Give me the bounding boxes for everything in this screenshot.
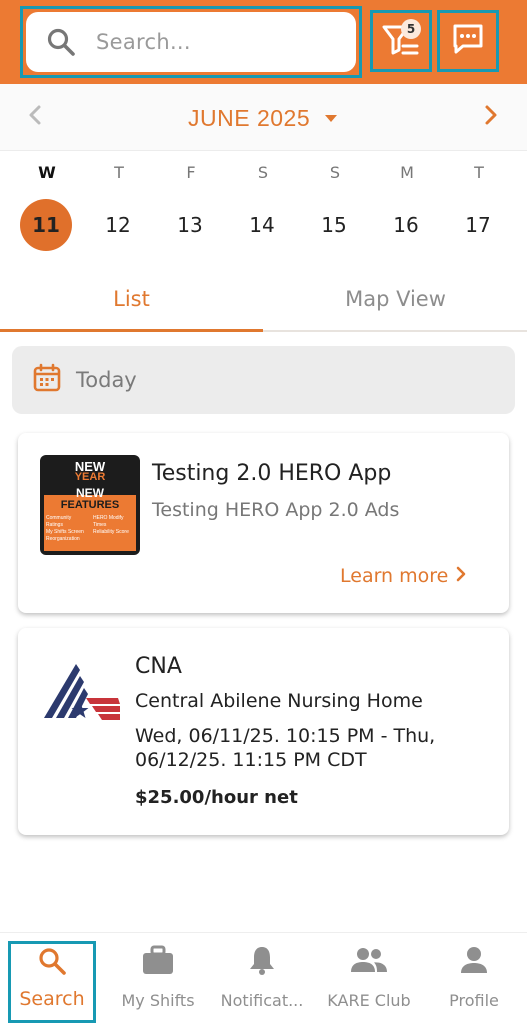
day-letter: M bbox=[400, 163, 414, 182]
nav-label: My Shifts bbox=[121, 991, 195, 1010]
bell-icon bbox=[247, 943, 277, 977]
calendar-icon bbox=[32, 363, 62, 397]
nav-item-my-shifts[interactable]: My Shifts bbox=[114, 943, 202, 1023]
search-input[interactable]: Search... bbox=[26, 12, 356, 72]
nav-item-profile[interactable]: Profile bbox=[436, 943, 512, 1023]
shift-card[interactable]: CNA Central Abilene Nursing Home Wed, 06… bbox=[18, 628, 509, 835]
week-strip: W 11 T 12 F 13 S 14 S 15 M 16 T 17 bbox=[0, 150, 527, 263]
promo-bullet: Reliability Score bbox=[93, 529, 129, 535]
tab-list[interactable]: List bbox=[0, 268, 263, 330]
active-tab-indicator bbox=[0, 329, 263, 332]
chevron-right-icon bbox=[484, 104, 498, 130]
today-label: Today bbox=[76, 368, 137, 392]
filter-count-badge: 5 bbox=[401, 19, 421, 39]
shift-pay: $25.00/hour net bbox=[135, 787, 298, 808]
tab-map-view[interactable]: Map View bbox=[264, 268, 527, 330]
shift-role: CNA bbox=[135, 654, 182, 679]
view-tabs: List Map View bbox=[0, 268, 527, 332]
promo-image-text: NEW bbox=[76, 486, 104, 500]
day-number[interactable]: 12 bbox=[92, 199, 144, 251]
promo-image-text: YEAR bbox=[74, 471, 106, 483]
day-letter: S bbox=[329, 163, 341, 182]
promo-title: Testing 2.0 HERO App bbox=[152, 461, 392, 486]
nav-label: KARE Club bbox=[327, 991, 411, 1010]
promo-subtitle: Testing HERO App 2.0 Ads bbox=[152, 499, 400, 521]
search-icon bbox=[26, 26, 96, 58]
top-bar: Search... 5 bbox=[0, 0, 527, 84]
nav-item-search[interactable]: Search bbox=[8, 941, 96, 1023]
person-icon bbox=[459, 943, 489, 977]
promo-bullet: Community Ratings bbox=[46, 515, 72, 528]
shift-time: Wed, 06/11/25. 10:15 PM - Thu, 06/12/25.… bbox=[135, 725, 436, 771]
day-column[interactable]: S 14 bbox=[233, 151, 293, 264]
nav-label: Profile bbox=[449, 991, 499, 1010]
search-field-wrapper[interactable]: Search... bbox=[20, 6, 362, 78]
day-column[interactable]: F 13 bbox=[161, 151, 221, 264]
caret-down-icon bbox=[324, 109, 338, 128]
promo-bullet: HERO Modify Times bbox=[93, 515, 124, 528]
filter-button[interactable]: 5 bbox=[370, 10, 432, 72]
day-letter: T bbox=[114, 163, 124, 182]
promo-bullet: My Shifts Screen Reorganization bbox=[46, 529, 84, 542]
month-label: JUNE 2025 bbox=[188, 104, 311, 131]
day-column[interactable]: S 15 bbox=[305, 151, 365, 264]
day-letter: S bbox=[257, 163, 269, 182]
day-number[interactable]: 17 bbox=[452, 199, 504, 251]
chevron-right-icon bbox=[456, 565, 466, 587]
day-letter: T bbox=[474, 163, 484, 182]
day-number[interactable]: 13 bbox=[164, 199, 216, 251]
day-number[interactable]: 16 bbox=[380, 199, 432, 251]
nav-item-notifications[interactable]: Notificat... bbox=[214, 943, 310, 1023]
previous-month-button[interactable] bbox=[22, 104, 48, 130]
month-selector: JUNE 2025 bbox=[0, 84, 527, 150]
day-column[interactable]: M 16 bbox=[377, 151, 437, 264]
chevron-left-icon bbox=[28, 104, 42, 130]
search-icon bbox=[37, 944, 67, 978]
day-column[interactable]: T 12 bbox=[89, 151, 149, 264]
day-number-selected[interactable]: 11 bbox=[20, 199, 72, 251]
nav-label: Notificat... bbox=[220, 991, 304, 1010]
people-icon bbox=[350, 943, 388, 977]
search-placeholder: Search... bbox=[96, 30, 191, 54]
day-letter: W bbox=[38, 163, 56, 182]
shift-facility: Central Abilene Nursing Home bbox=[135, 690, 423, 712]
next-month-button[interactable] bbox=[478, 104, 504, 130]
today-section-header: Today bbox=[12, 346, 515, 414]
month-dropdown[interactable]: JUNE 2025 bbox=[188, 104, 338, 132]
learn-more-link[interactable]: Learn more bbox=[340, 565, 466, 587]
day-column[interactable]: W 11 bbox=[17, 151, 77, 264]
nav-label: Search bbox=[19, 988, 85, 1010]
learn-more-label: Learn more bbox=[340, 565, 449, 587]
bottom-navigation: Search My Shifts Notificat... KARE Club … bbox=[0, 932, 527, 1024]
promo-thumbnail: NEW YEAR NEW FEATURES Community Ratings … bbox=[40, 455, 140, 555]
messages-button[interactable] bbox=[437, 10, 499, 72]
day-column[interactable]: T 17 bbox=[449, 151, 509, 264]
chat-icon bbox=[450, 21, 486, 61]
facility-logo bbox=[42, 656, 122, 728]
day-letter: F bbox=[186, 163, 196, 182]
day-number[interactable]: 15 bbox=[308, 199, 360, 251]
promo-card[interactable]: NEW YEAR NEW FEATURES Community Ratings … bbox=[18, 433, 509, 613]
promo-image-text: FEATURES bbox=[60, 499, 120, 511]
briefcase-icon bbox=[141, 943, 175, 977]
day-number[interactable]: 14 bbox=[236, 199, 288, 251]
promo-image-bullets: Community Ratings My Shifts Screen Reorg… bbox=[46, 515, 136, 543]
nav-item-kare-club[interactable]: KARE Club bbox=[322, 943, 416, 1023]
